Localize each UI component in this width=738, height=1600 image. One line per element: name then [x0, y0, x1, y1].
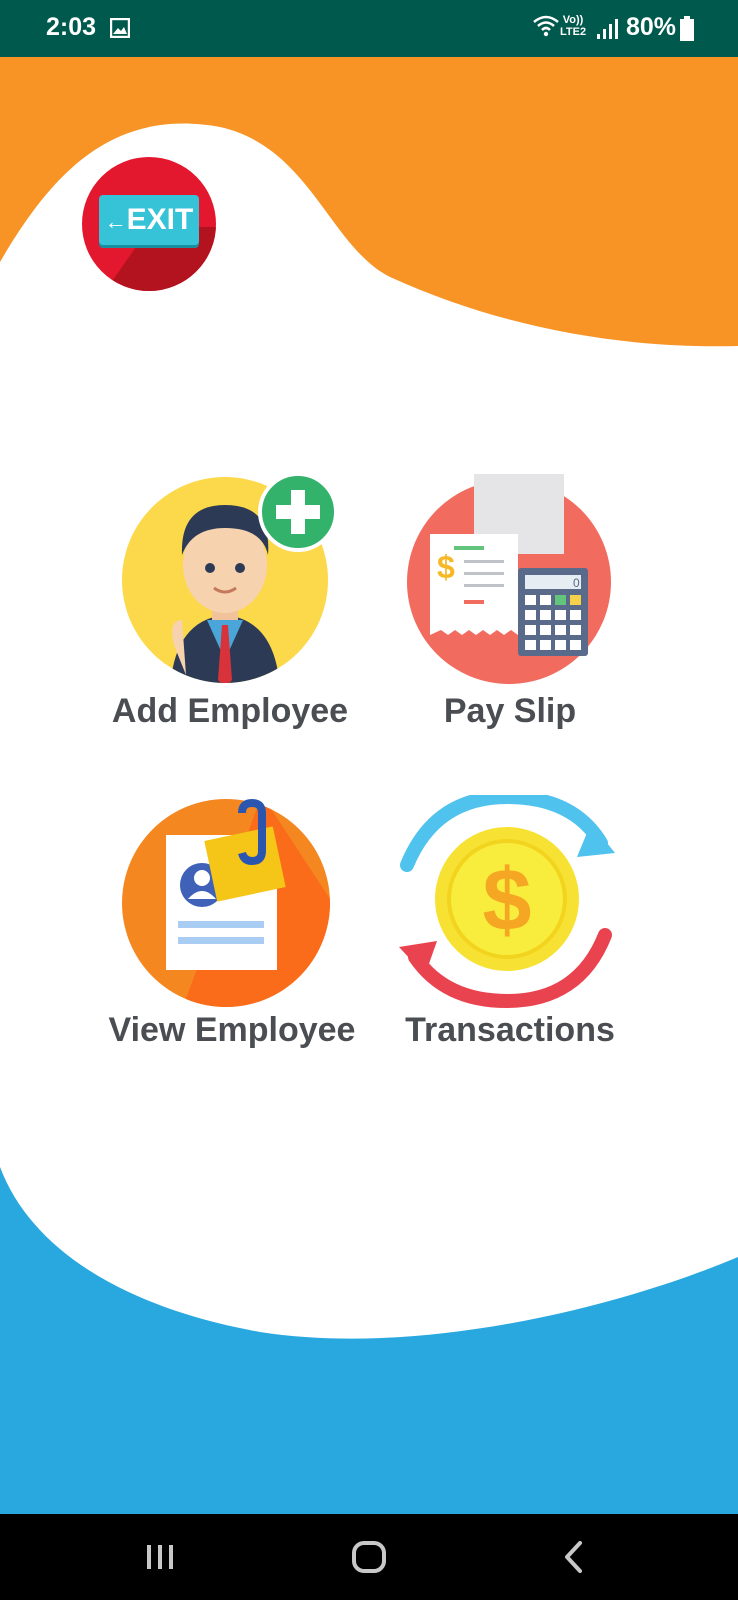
navigation-bar	[0, 1514, 738, 1600]
add-employee-icon	[122, 472, 338, 683]
pay-slip-icon: $ 0	[407, 474, 611, 684]
status-bar: 2:03 Vo)) LTE2 80%	[0, 0, 738, 57]
transactions-label: Transactions	[405, 1011, 615, 1049]
back-button[interactable]	[514, 1514, 634, 1600]
recent-apps-icon	[147, 1545, 173, 1569]
transactions-tile[interactable]: $ Transactions	[395, 795, 635, 1075]
battery-icon	[680, 16, 694, 41]
calculator-display: 0	[573, 576, 580, 590]
signal-icon	[597, 19, 618, 39]
bottom-blue-wave	[0, 1167, 738, 1514]
volte-label: Vo))	[562, 14, 584, 26]
exit-label: EXIT	[126, 203, 194, 236]
view-employee-tile[interactable]: View Employee	[109, 795, 360, 1075]
network-type-label: Vo)) LTE2	[560, 14, 586, 38]
gallery-icon	[110, 18, 130, 38]
recent-apps-button[interactable]	[100, 1514, 220, 1600]
pay-slip-tile[interactable]: $ 0 Pay Slip	[400, 470, 620, 750]
pay-slip-label: Pay Slip	[443, 692, 577, 730]
home-icon	[352, 1541, 386, 1573]
transactions-icon: $	[399, 795, 615, 1009]
exit-sign: ←EXIT	[99, 195, 199, 245]
view-employee-label: View Employee	[108, 1011, 356, 1049]
lte-label: LTE2	[560, 26, 587, 38]
home-button[interactable]	[309, 1514, 429, 1600]
add-employee-label: Add Employee	[111, 692, 349, 730]
exit-button[interactable]: ←EXIT	[82, 157, 216, 291]
wifi-icon	[533, 15, 559, 37]
currency-symbol: $	[437, 549, 455, 585]
back-icon	[565, 1541, 582, 1573]
status-time: 2:03	[46, 13, 97, 41]
exit-arrow-icon: ←	[104, 209, 127, 234]
add-employee-tile[interactable]: Add Employee	[110, 470, 350, 750]
battery-percent: 80%	[626, 13, 677, 41]
dollar-icon: $	[483, 850, 532, 949]
view-employee-icon	[122, 798, 330, 1007]
